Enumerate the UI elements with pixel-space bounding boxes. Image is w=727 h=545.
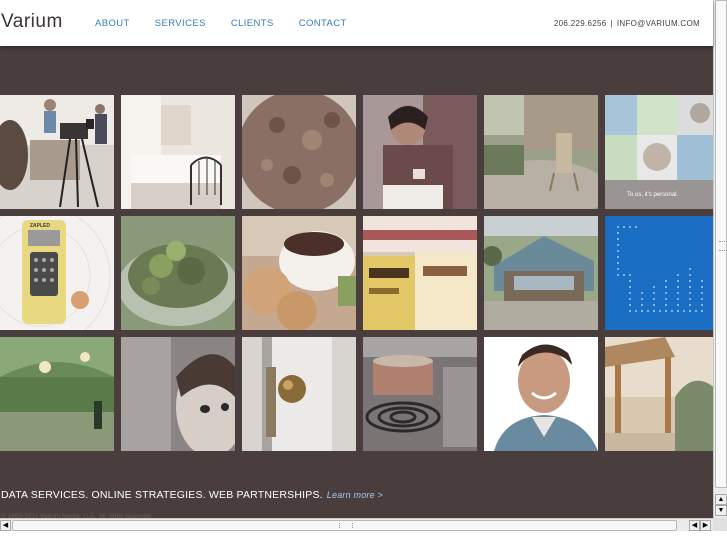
horizontal-scroll-thumb[interactable] <box>12 520 677 531</box>
page: Varium ABOUT SERVICES CLIENTS CONTACT 20… <box>0 0 727 545</box>
contact-separator: | <box>610 19 613 28</box>
tile-coffee-cookies[interactable] <box>242 216 356 330</box>
child-face-image <box>121 337 235 451</box>
varium-logo[interactable]: Varium <box>1 11 63 33</box>
nav-services[interactable]: SERVICES <box>155 18 206 29</box>
tile-building[interactable] <box>484 216 598 330</box>
tile-woman-phone[interactable] <box>363 95 477 209</box>
contact-info: 206.229.6256 | INFO@VARIUM.COM <box>554 19 700 28</box>
phone-number: 206.229.6256 <box>553 19 607 28</box>
device-image <box>0 216 114 330</box>
nav-clients[interactable]: CLIENTS <box>231 18 274 29</box>
tile-blue-graph[interactable] <box>605 216 719 330</box>
blue-graph-image <box>605 216 719 330</box>
scroll-right-arrow-icon[interactable]: ▶ <box>700 520 711 531</box>
tagline: DATA SERVICES. ONLINE STRATEGIES. WEB PA… <box>1 489 383 501</box>
tent-event-image <box>0 337 114 451</box>
smiling-man-image <box>484 337 598 451</box>
nav-about[interactable]: ABOUT <box>95 18 130 29</box>
nav-contact[interactable]: CONTACT <box>299 18 347 29</box>
email-link[interactable]: INFO@VARIUM.COM <box>617 19 700 28</box>
personal-caption: To us, it's personal. <box>627 192 679 198</box>
tile-packages[interactable] <box>363 216 477 330</box>
vertical-scrollbar[interactable]: ▲ ▼ <box>713 0 727 518</box>
door-knob-image <box>242 337 356 451</box>
woman-phone-image <box>363 95 477 209</box>
vertical-scroll-thumb[interactable] <box>715 0 727 488</box>
coffee-cookies-image <box>242 216 356 330</box>
main-content: To us, it's personal. ZAPLED DATA SERVIC… <box>0 46 719 520</box>
cookie-image <box>242 95 356 209</box>
building-image <box>484 216 598 330</box>
vegetables-image <box>121 216 235 330</box>
scroll-grip-icon <box>719 241 725 251</box>
tile-garden-patio[interactable] <box>484 95 598 209</box>
tile-personal[interactable]: To us, it's personal. <box>605 95 719 209</box>
tile-device[interactable]: ZAPLED <box>0 216 114 330</box>
bedroom-image <box>121 95 235 209</box>
tile-bedroom[interactable] <box>121 95 235 209</box>
scroll-left-arrow-icon[interactable]: ◀ <box>0 520 11 531</box>
learn-more-link[interactable]: Learn more > <box>327 490 383 500</box>
main-nav: ABOUT SERVICES CLIENTS CONTACT <box>95 18 372 29</box>
tile-smiling-man[interactable] <box>484 337 598 451</box>
scroll-up-arrow-icon[interactable]: ▲ <box>715 494 727 505</box>
garden-patio-image <box>484 95 598 209</box>
horizontal-grip-icon <box>339 523 353 528</box>
scroll-down-arrow-icon[interactable]: ▼ <box>715 505 727 516</box>
tile-door-knob[interactable] <box>242 337 356 451</box>
pavilion-image <box>605 337 719 451</box>
tile-cookie[interactable] <box>242 95 356 209</box>
tile-child-face[interactable] <box>121 337 235 451</box>
site-header: Varium ABOUT SERVICES CLIENTS CONTACT 20… <box>0 0 713 46</box>
scrollbar-corner <box>713 518 727 531</box>
scroll-left-arrow-icon-2[interactable]: ◀ <box>689 520 700 531</box>
stove-image <box>363 337 477 451</box>
tagline-text: DATA SERVICES. ONLINE STRATEGIES. WEB PA… <box>1 489 323 501</box>
window-bottom-edge <box>0 531 727 545</box>
camera-crew-image <box>0 95 114 209</box>
device-label: ZAPLED <box>30 223 50 229</box>
tile-vegetables[interactable] <box>121 216 235 330</box>
packages-image <box>363 216 477 330</box>
tile-stove[interactable] <box>363 337 477 451</box>
tile-tent-event[interactable] <box>0 337 114 451</box>
horizontal-scrollbar[interactable]: ◀ ◀ ▶ <box>0 518 713 531</box>
tile-camera-crew[interactable] <box>0 95 114 209</box>
tile-pavilion[interactable] <box>605 337 719 451</box>
